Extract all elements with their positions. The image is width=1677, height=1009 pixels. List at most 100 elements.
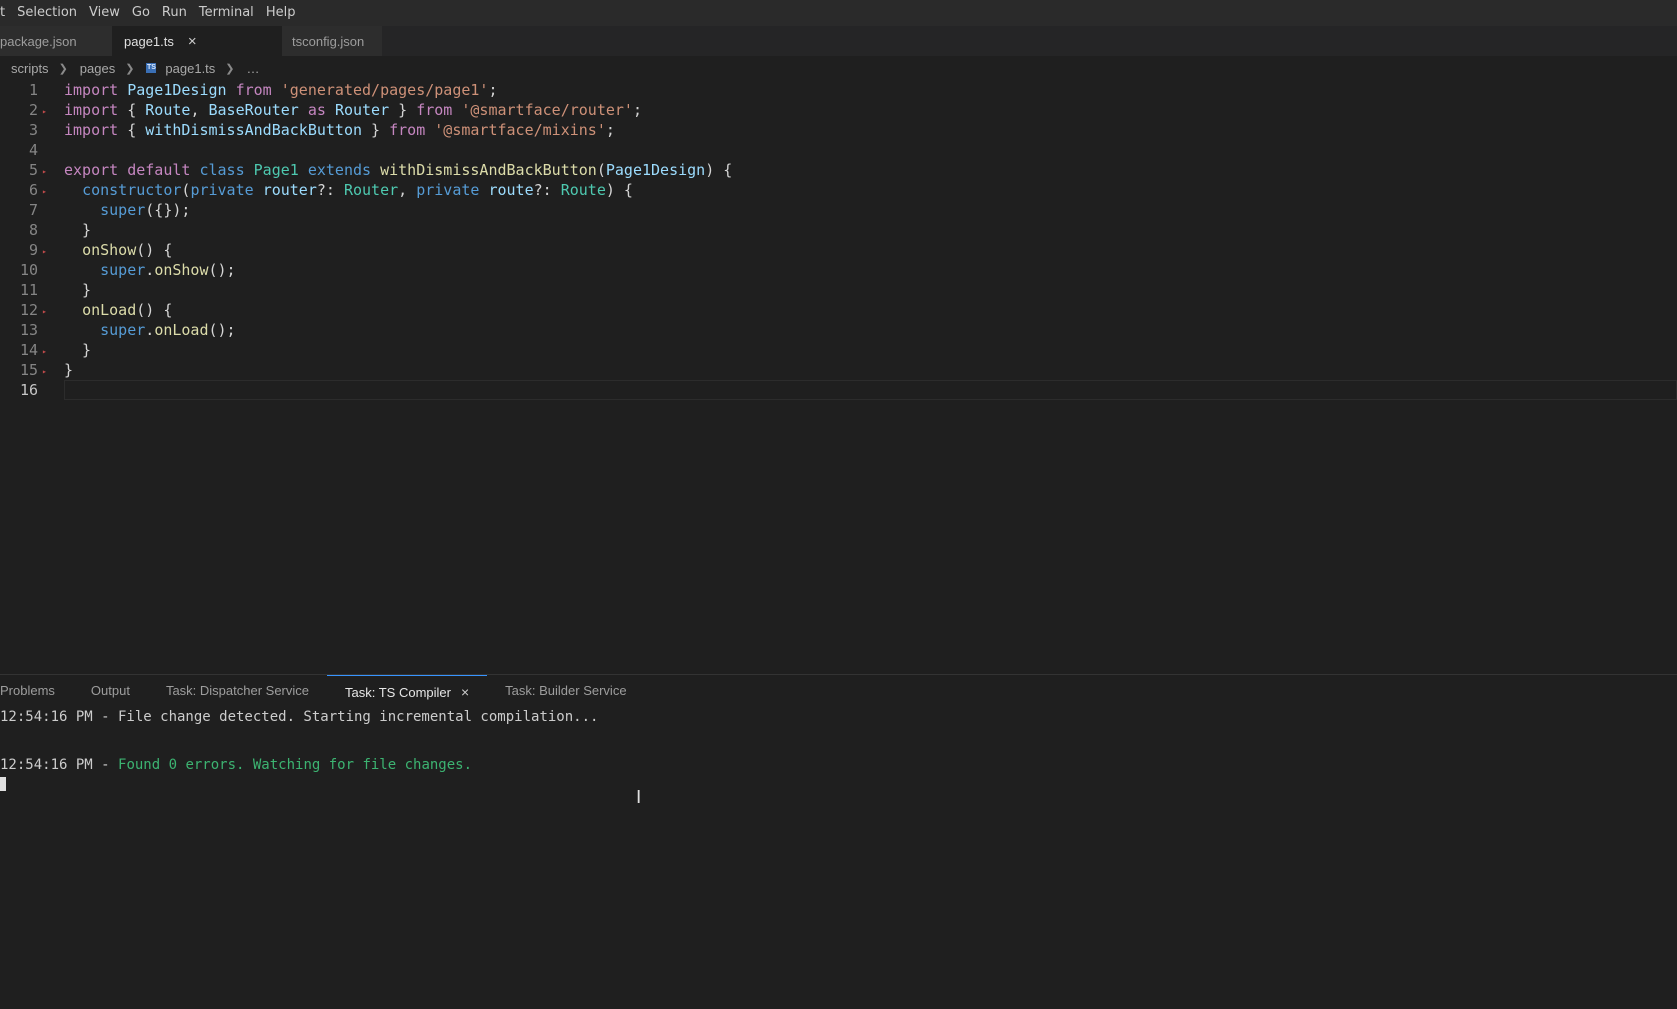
terminal-success-message: Found 0 errors. Watching for file change… xyxy=(118,757,473,773)
code-token: '@smartface/router' xyxy=(461,101,633,119)
menu-item-selection[interactable]: Selection xyxy=(11,0,83,26)
close-icon[interactable]: × xyxy=(188,33,197,50)
code-token: default xyxy=(127,161,191,179)
code-text: constructor(private router?: Router, pri… xyxy=(64,180,633,200)
breadcrumb-item-symbols[interactable]: … xyxy=(247,61,260,76)
code-text: } xyxy=(64,220,91,240)
code-token: onShow xyxy=(154,261,209,279)
code-line[interactable]: 9 ▸ onShow() { xyxy=(0,240,1677,260)
code-token: super xyxy=(100,201,146,219)
code-token: import xyxy=(64,101,119,119)
line-number: 7 xyxy=(28,201,38,219)
code-token: { xyxy=(118,121,146,139)
code-line[interactable]: 11 } xyxy=(0,280,1677,300)
menu-item-view[interactable]: View xyxy=(83,0,126,26)
tab-ts-compiler[interactable]: Task: TS Compiler × xyxy=(327,675,488,707)
breadcrumb-item-file[interactable]: page1.ts xyxy=(165,61,215,76)
menu-item-run[interactable]: Run xyxy=(156,0,193,26)
code-text: super.onShow(); xyxy=(64,260,235,280)
typescript-file-icon: TS xyxy=(146,63,157,73)
code-token: onLoad xyxy=(82,301,137,319)
line-number: 6 xyxy=(28,181,38,199)
code-token: private xyxy=(416,181,480,199)
code-editor[interactable]: 1 import Page1Design from 'generated/page… xyxy=(0,80,1677,674)
code-token: Route xyxy=(560,181,606,199)
tab-label: page1.ts xyxy=(124,33,174,49)
code-line[interactable]: 16 xyxy=(0,380,1677,400)
code-token: Page1Design xyxy=(605,161,706,179)
tab-package-json[interactable]: package.json xyxy=(0,26,112,56)
tab-output[interactable]: Output xyxy=(73,675,148,707)
code-line[interactable]: 8 } xyxy=(0,220,1677,240)
text-cursor-icon: I xyxy=(636,787,642,808)
tab-tsconfig-json[interactable]: tsconfig.json xyxy=(282,26,382,56)
code-token: } xyxy=(389,101,417,119)
code-line[interactable]: 2 ▸ import { Route, BaseRouter as Router }… xyxy=(0,100,1677,120)
gutter-marker-icon: ▸ xyxy=(42,247,47,256)
line-number: 2 xyxy=(28,101,38,119)
breadcrumb: scripts ❯ pages ❯ TS page1.ts ❯ … xyxy=(0,56,1677,80)
code-token: super xyxy=(100,321,146,339)
terminal-line: 12:54:16 PM - Found 0 errors. Watching f… xyxy=(0,757,472,773)
code-token: } xyxy=(64,341,92,359)
tab-problems[interactable]: Problems xyxy=(0,675,73,707)
code-token: onShow xyxy=(82,241,137,259)
code-line[interactable]: 6 ▸ constructor(private router?: Router, … xyxy=(0,180,1677,200)
code-token: () { xyxy=(136,241,173,259)
close-icon[interactable]: × xyxy=(461,684,469,700)
line-number: 9 xyxy=(28,241,38,259)
code-line[interactable]: 7 super({}); xyxy=(0,200,1677,220)
code-line[interactable]: 1 import Page1Design from 'generated/page… xyxy=(0,80,1677,100)
code-token: from xyxy=(416,101,453,119)
code-line[interactable]: 15 ▸} xyxy=(0,360,1677,380)
code-line[interactable]: 5 ▸ export default class Page1 extends wit… xyxy=(0,160,1677,180)
menu-item-go[interactable]: Go xyxy=(126,0,156,26)
code-text: } xyxy=(64,340,91,360)
code-token: '@smartface/mixins' xyxy=(434,121,606,139)
code-token: route xyxy=(488,181,534,199)
menu-item-file[interactable]: t xyxy=(0,0,11,26)
menu-item-terminal[interactable]: Terminal xyxy=(193,0,260,26)
code-line[interactable]: 12 ▸ onLoad() { xyxy=(0,300,1677,320)
code-text: onShow() { xyxy=(64,240,172,260)
code-token: ) { xyxy=(605,181,633,199)
code-line[interactable]: 4 xyxy=(0,140,1677,160)
code-line[interactable]: 14 ▸ } xyxy=(0,340,1677,360)
gutter-marker-icon: ▸ xyxy=(42,307,47,316)
terminal-line: 12:54:16 PM - File change detected. Star… xyxy=(0,709,599,725)
menu-item-help[interactable]: Help xyxy=(260,0,302,26)
line-number: 11 xyxy=(19,281,38,299)
gutter-marker-icon: ▸ xyxy=(42,107,47,116)
tab-page1-ts[interactable]: page1.ts × xyxy=(112,26,282,56)
code-line[interactable]: 10 super.onShow(); xyxy=(0,260,1677,280)
tab-label: package.json xyxy=(0,33,77,49)
code-token: BaseRouter xyxy=(208,101,299,119)
code-token: ?: xyxy=(316,181,344,199)
line-number: 10 xyxy=(19,261,38,279)
code-token: ) { xyxy=(705,161,733,179)
code-line[interactable]: 13 super.onLoad(); xyxy=(0,320,1677,340)
chevron-right-icon: ❯ xyxy=(58,62,68,75)
code-token: private xyxy=(190,181,254,199)
chevron-right-icon: ❯ xyxy=(125,62,135,75)
tab-dispatcher-service[interactable]: Task: Dispatcher Service xyxy=(148,675,327,707)
line-number: 4 xyxy=(28,141,38,159)
breadcrumb-item-pages[interactable]: pages xyxy=(80,61,115,76)
code-line[interactable]: 3 import { withDismissAndBackButton } fro… xyxy=(0,120,1677,140)
tab-builder-service[interactable]: Task: Builder Service xyxy=(487,675,644,707)
code-token: ; xyxy=(605,121,615,139)
code-token: Page1 xyxy=(253,161,299,179)
breadcrumb-item-scripts[interactable]: scripts xyxy=(11,61,49,76)
code-token: ({}); xyxy=(145,201,191,219)
chevron-right-icon: ❯ xyxy=(225,62,235,75)
code-text: onLoad() { xyxy=(64,300,172,320)
code-token: from xyxy=(389,121,426,139)
code-token: ?: xyxy=(533,181,561,199)
code-text: super.onLoad(); xyxy=(64,320,235,340)
